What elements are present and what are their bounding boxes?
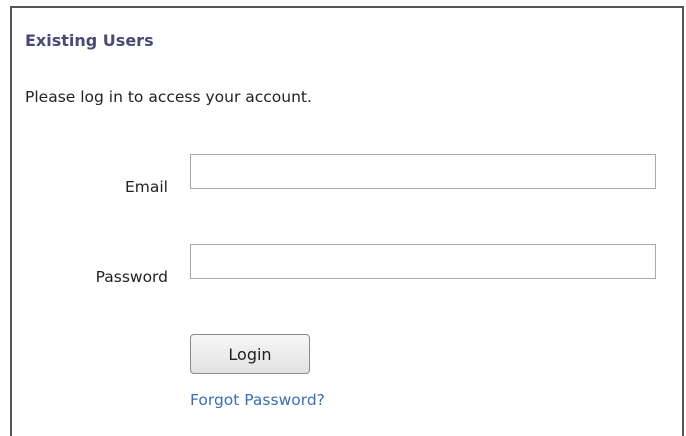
email-field[interactable] — [190, 154, 656, 189]
forgot-password-link[interactable]: Forgot Password? — [190, 391, 325, 409]
login-button[interactable]: Login — [190, 334, 310, 374]
intro-text: Please log in to access your account. — [25, 88, 312, 106]
email-label: Email — [124, 178, 168, 196]
password-field[interactable] — [190, 244, 656, 279]
password-label: Password — [95, 268, 168, 286]
section-title: Existing Users — [25, 31, 154, 50]
login-panel: Existing Users Please log in to access y… — [10, 6, 684, 436]
